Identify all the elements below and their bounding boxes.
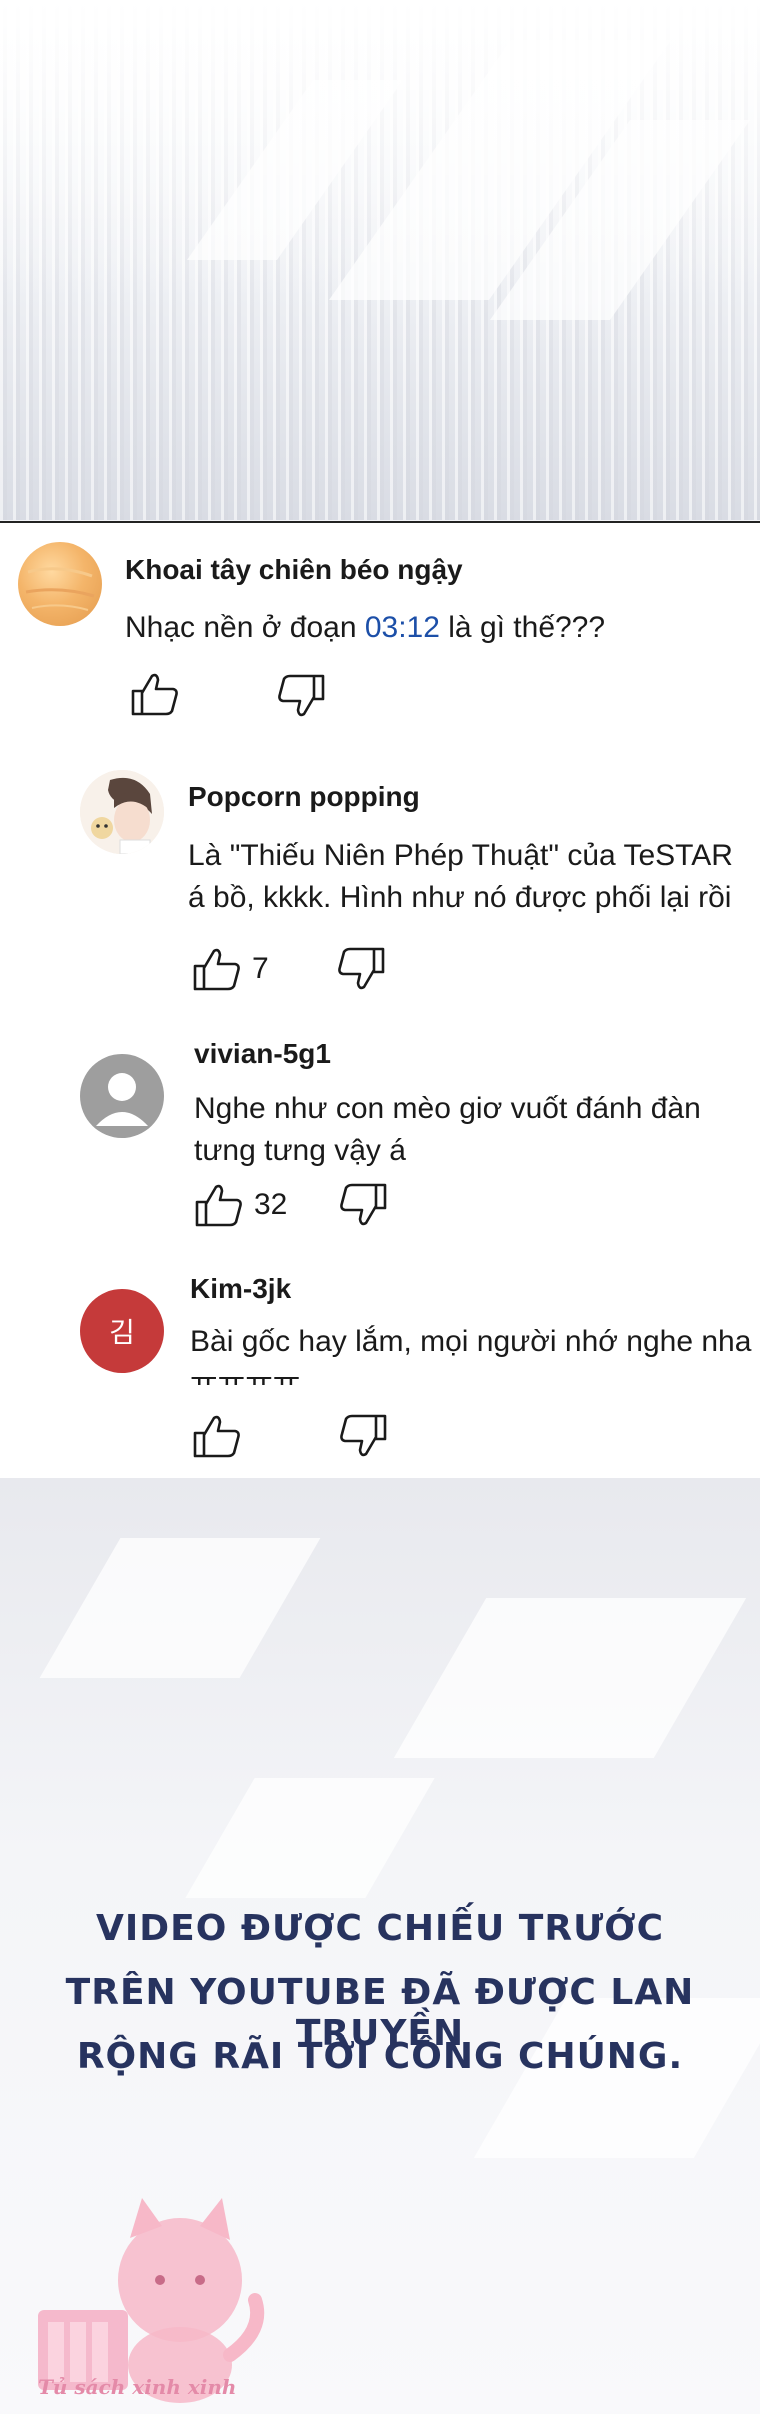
like-button[interactable]: 32 <box>194 1182 287 1228</box>
comment-author[interactable]: Kim-3jk <box>190 1273 291 1305</box>
comment-author[interactable]: Popcorn popping <box>188 781 420 813</box>
thumbs-up-icon <box>193 948 240 991</box>
top-background <box>0 0 760 520</box>
thumbs-down-icon <box>278 674 325 717</box>
comment-text-before: Nhạc nền ở đoạn <box>125 611 365 644</box>
thumbs-up-icon <box>195 1184 242 1227</box>
comment-reply: 김 Kim-3jk Bài gốc hay lắm, mọi người nhớ… <box>0 1263 760 1478</box>
avatar[interactable] <box>18 542 102 626</box>
avatar-letter: 김 <box>109 1316 135 1349</box>
watermark-text: Tủ sách xinh xinh <box>38 2375 237 2399</box>
like-count: 32 <box>254 1188 288 1221</box>
comment-text-line: Nghe như con mèo giơ vuốt đánh đàn <box>194 1092 701 1125</box>
thumbs-down-icon <box>338 947 385 990</box>
thumbs-down-icon <box>340 1414 387 1457</box>
comment-text: Bài gốc hay lắm, mọi người nhớ nghe nha … <box>190 1321 751 1385</box>
avatar[interactable]: 김 <box>80 1289 164 1373</box>
dislike-button[interactable] <box>338 1413 388 1459</box>
like-button[interactable]: 7 <box>192 946 269 992</box>
like-count: 7 <box>252 952 269 985</box>
avatar[interactable] <box>80 770 164 854</box>
comment-text-after: là gì thế??? <box>439 611 606 644</box>
comment-text-line: ㅠㅠㅠㅠ <box>190 1366 301 1385</box>
like-button[interactable] <box>130 671 180 717</box>
dislike-button[interactable] <box>338 1182 388 1228</box>
thumbs-up-icon <box>193 1415 240 1458</box>
comment-author[interactable]: vivian-5g1 <box>194 1038 331 1070</box>
dislike-button[interactable] <box>276 673 326 719</box>
timestamp-link[interactable]: 03:12 <box>365 611 440 644</box>
thumbs-down-icon <box>340 1183 387 1226</box>
default-user-icon <box>96 1073 148 1126</box>
comment-text-line: Là "Thiếu Niên Phép Thuật" của TeSTAR <box>188 839 733 872</box>
comment-text-line: Bài gốc hay lắm, mọi người nhớ nghe nha <box>190 1325 752 1358</box>
comments-panel: Khoai tây chiên béo ngậy Nhạc nền ở đoạn… <box>0 521 760 1480</box>
like-button[interactable] <box>192 1413 242 1459</box>
caption-line: RỘNG RÃI TỚI CÔNG CHÚNG. <box>76 2036 684 2077</box>
comment-text-line: á bồ, kkkk. Hình như nó được phối lại rồ… <box>188 881 732 914</box>
comment-reply: Popcorn popping Là "Thiếu Niên Phép Thuậ… <box>0 763 760 1013</box>
avatar[interactable] <box>80 1054 164 1138</box>
orange-texture-icon <box>25 567 95 611</box>
cat-books-watermark-icon <box>38 2198 265 2403</box>
comment-text: Nghe như con mèo giơ vuốt đánh đàn tưng … <box>194 1088 701 1172</box>
dislike-button[interactable] <box>336 946 386 992</box>
caption-line: VIDEO ĐƯỢC CHIẾU TRƯỚC <box>95 1908 665 1949</box>
comment: Khoai tây chiên béo ngậy Nhạc nền ở đoạn… <box>0 523 760 723</box>
comment-reply: vivian-5g1 Nghe như con mèo giơ vuốt đán… <box>0 1028 760 1248</box>
comment-text: Nhạc nền ở đoạn 03:12 là gì thế??? <box>125 607 605 649</box>
comment-text: Là "Thiếu Niên Phép Thuật" của TeSTAR á … <box>188 835 733 919</box>
comment-text-line: tưng tưng vậy á <box>194 1134 406 1167</box>
thumbs-up-icon <box>131 673 178 716</box>
comment-author[interactable]: Khoai tây chiên béo ngậy <box>125 554 463 586</box>
anime-character-avatar-icon <box>80 770 164 854</box>
